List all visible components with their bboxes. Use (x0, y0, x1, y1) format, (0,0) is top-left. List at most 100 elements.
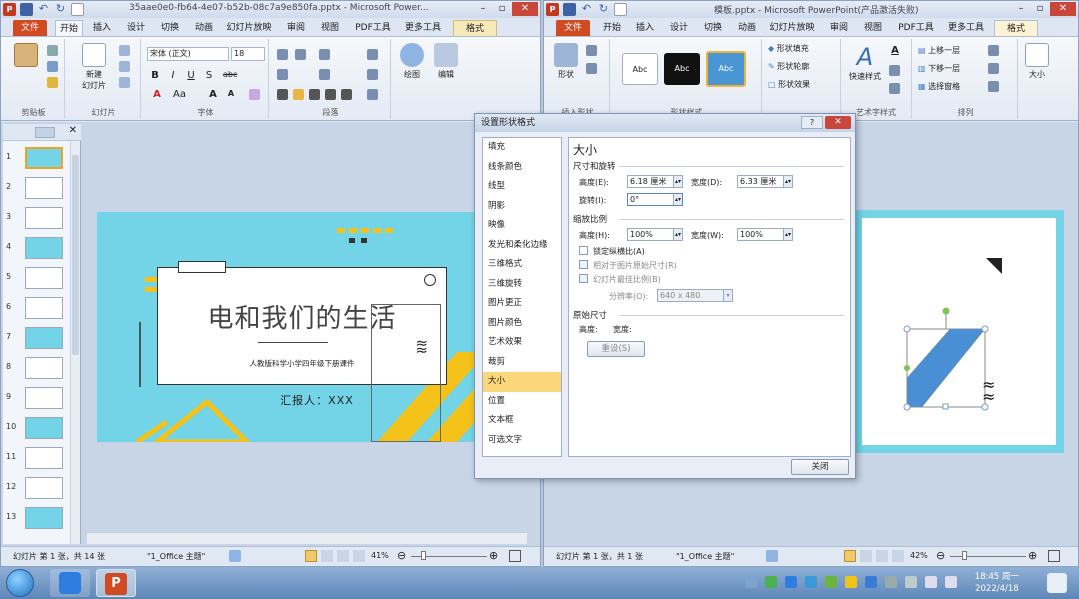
spellcheck-icon[interactable] (229, 550, 241, 562)
new-doc-icon[interactable] (71, 3, 84, 16)
slide-thumbnail[interactable]: 6 (3, 294, 69, 322)
tray-security-icon[interactable] (845, 576, 857, 588)
category-item[interactable]: 映像 (483, 216, 561, 236)
tab-home[interactable]: 开始 (598, 20, 626, 36)
tab-insert[interactable]: 插入 (630, 20, 660, 36)
tab-transitions[interactable]: 切换 (155, 20, 185, 36)
maximize-icon[interactable]: ▫ (1031, 2, 1049, 16)
redo-icon[interactable]: ↻ (54, 3, 67, 16)
relative-original-checkbox[interactable] (579, 260, 588, 269)
tray-chat-icon[interactable] (825, 576, 837, 588)
numbering-icon[interactable] (295, 49, 306, 60)
category-item[interactable]: 可选文字 (483, 431, 561, 451)
text-fill-icon[interactable]: A (889, 45, 901, 56)
slides-tab[interactable] (35, 127, 55, 138)
bring-forward-button[interactable]: ▤ 上移一层 (918, 45, 982, 56)
tab-more-tools[interactable]: 更多工具 (401, 20, 445, 36)
slide-thumbnail-image[interactable] (25, 387, 63, 409)
style-black[interactable]: Abc (664, 53, 700, 85)
category-item[interactable]: 图片更正 (483, 294, 561, 314)
redo-icon[interactable]: ↻ (597, 3, 610, 16)
minimize-icon[interactable]: – (1012, 2, 1030, 16)
resolution-dropdown-icon[interactable]: ▾ (723, 290, 732, 301)
slide-thumbnail[interactable]: 12 (3, 474, 69, 502)
sorter-view-icon[interactable] (860, 550, 872, 562)
shape-outline-button[interactable]: ✎ 形状轮廓 (768, 61, 838, 72)
tray-cloud-icon[interactable] (785, 576, 797, 588)
strikethrough-icon[interactable]: abc (223, 70, 237, 79)
drawing-button[interactable]: 绘图 (397, 43, 427, 80)
height-spin-icon[interactable]: ▴▾ (673, 176, 682, 187)
shadow-icon[interactable]: S (203, 70, 215, 81)
category-item[interactable]: 大小 (483, 372, 561, 392)
group-icon[interactable] (988, 63, 999, 74)
format-painter-icon[interactable] (47, 77, 58, 88)
powerpoint-icon[interactable]: P (3, 3, 16, 16)
columns-icon[interactable] (367, 49, 378, 60)
save-icon[interactable] (20, 3, 33, 16)
copy-icon[interactable] (47, 61, 58, 72)
zoom-slider-thumb[interactable] (421, 551, 426, 560)
editing-button[interactable]: 编辑 (431, 43, 461, 80)
width-input[interactable]: 6.33 厘米 ▴▾ (737, 175, 793, 188)
fit-window-icon[interactable] (509, 550, 521, 562)
indent-icon[interactable] (319, 49, 330, 60)
tab-review[interactable]: 审阅 (824, 20, 854, 36)
shape-fill-button[interactable]: ◆ 形状填充 (768, 43, 838, 54)
close-icon[interactable]: ✕ (512, 2, 538, 16)
sorter-view-icon[interactable] (321, 550, 333, 562)
slideshow-view-icon[interactable] (892, 550, 904, 562)
right-slide-canvas[interactable]: ≈ ≈ (854, 210, 1064, 453)
shapes-button[interactable]: 形状 (552, 43, 580, 80)
quick-styles-button[interactable]: A 快速样式 (845, 43, 885, 82)
slide-thumbnail-image[interactable] (25, 207, 63, 229)
paste-button[interactable] (11, 43, 41, 69)
slideshow-view-icon[interactable] (353, 550, 365, 562)
reset-button[interactable]: 重设(S) (587, 341, 645, 357)
category-item[interactable]: 图片颜色 (483, 314, 561, 334)
category-item[interactable]: 线型 (483, 177, 561, 197)
zoom-out-icon[interactable]: ⊖ (936, 549, 945, 562)
lock-aspect-checkbox[interactable] (579, 246, 588, 255)
tab-slideshow[interactable]: 幻灯片放映 (223, 20, 275, 36)
taskbar-app-meeting[interactable] (50, 569, 90, 597)
rotation-spin-icon[interactable]: ▴▾ (673, 194, 682, 205)
tab-animations[interactable]: 动画 (189, 20, 219, 36)
powerpoint-icon[interactable]: P (546, 3, 559, 16)
normal-view-icon[interactable] (305, 550, 317, 562)
slide-thumbnail[interactable]: 4 (3, 234, 69, 262)
justify-icon[interactable] (325, 89, 336, 100)
smartart-icon[interactable] (367, 89, 378, 100)
zoom-slider-thumb[interactable] (962, 551, 967, 560)
category-item[interactable]: 三维格式 (483, 255, 561, 275)
category-item[interactable]: 阴影 (483, 197, 561, 217)
edit-shape-icon[interactable] (586, 45, 597, 56)
tab-transitions[interactable]: 切换 (698, 20, 728, 36)
scale-width-spin-icon[interactable]: ▴▾ (783, 229, 792, 240)
normal-view-icon[interactable] (844, 550, 856, 562)
send-backward-button[interactable]: ▥ 下移一层 (918, 63, 982, 74)
category-item[interactable]: 填充 (483, 138, 561, 158)
rotate-icon[interactable] (988, 81, 999, 92)
slide-thumbnail[interactable]: 3 (3, 204, 69, 232)
dialog-close-button[interactable]: 关闭 (791, 459, 849, 475)
slide-thumbnail-image[interactable] (25, 357, 63, 379)
line-spacing-icon[interactable] (319, 69, 330, 80)
align-text-icon[interactable] (367, 69, 378, 80)
clock[interactable]: 18:45 周一 2022/4/18 (975, 571, 1019, 595)
tab-format[interactable]: 格式 (453, 20, 497, 36)
scrollbar-thumb[interactable] (72, 155, 79, 355)
category-item[interactable]: 发光和柔化边缘 (483, 236, 561, 256)
tray-app-icon[interactable] (805, 576, 817, 588)
scale-width-input[interactable]: 100% ▴▾ (737, 228, 793, 241)
tray-bluetooth-icon[interactable] (865, 576, 877, 588)
category-item[interactable]: 线条颜色 (483, 158, 561, 178)
slide-thumbnail-image[interactable] (25, 237, 63, 259)
tab-pdf-tools[interactable]: PDF工具 (894, 20, 938, 36)
tray-keyboard-icon[interactable] (885, 576, 897, 588)
tray-battery-icon[interactable] (765, 576, 777, 588)
category-item[interactable]: 艺术效果 (483, 333, 561, 353)
reading-view-icon[interactable] (337, 550, 349, 562)
align-left-icon[interactable] (277, 89, 288, 100)
tab-file[interactable]: 文件 (556, 20, 590, 36)
